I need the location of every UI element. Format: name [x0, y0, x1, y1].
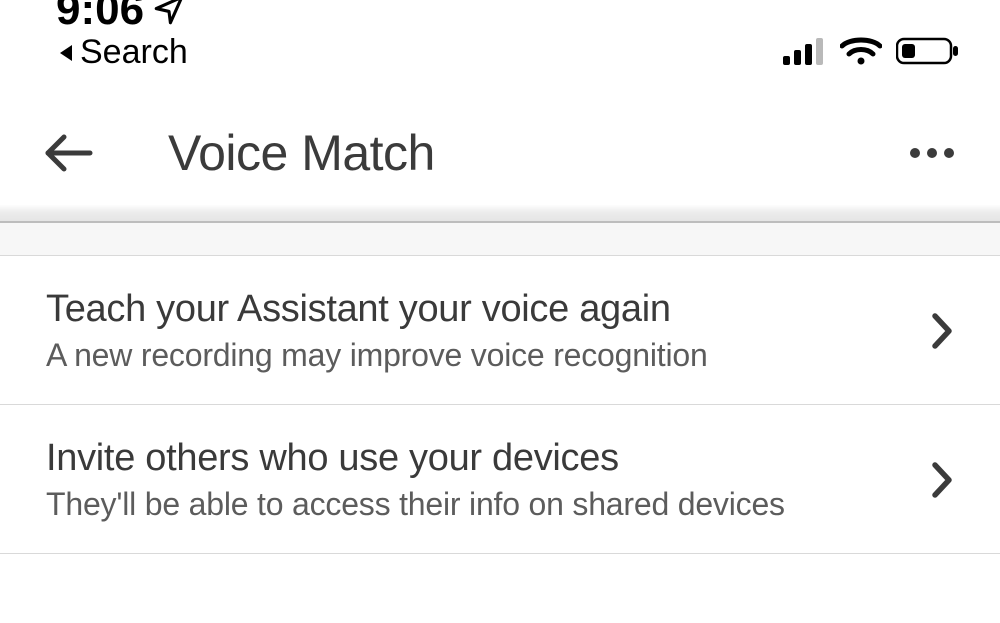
- section-gap: [0, 223, 1000, 256]
- chevron-right-icon: [924, 312, 960, 350]
- screen-header: Voice Match: [0, 100, 1000, 205]
- location-arrow-icon: [152, 0, 186, 27]
- status-time: 9:06: [56, 0, 144, 35]
- cellular-signal-icon: [782, 36, 826, 66]
- option-subtitle: A new recording may improve voice recogn…: [46, 337, 924, 374]
- wifi-icon: [840, 36, 882, 66]
- more-options-button[interactable]: [904, 125, 960, 181]
- status-back-label: Search: [80, 33, 188, 72]
- status-left: 9:06 Search: [56, 0, 188, 72]
- battery-icon: [896, 36, 960, 66]
- option-subtitle: They'll be able to access their info on …: [46, 486, 924, 523]
- more-horizontal-icon: [909, 147, 955, 159]
- option-text: Invite others who use your devices They'…: [46, 437, 924, 523]
- header-shadow: [0, 205, 1000, 223]
- option-title: Invite others who use your devices: [46, 437, 924, 480]
- option-text: Teach your Assistant your voice again A …: [46, 288, 924, 374]
- option-invite-others[interactable]: Invite others who use your devices They'…: [0, 405, 1000, 554]
- back-button[interactable]: [40, 125, 96, 181]
- status-right: [782, 36, 960, 72]
- option-title: Teach your Assistant your voice again: [46, 288, 924, 331]
- option-teach-voice[interactable]: Teach your Assistant your voice again A …: [0, 256, 1000, 405]
- status-breadcrumb-back[interactable]: Search: [56, 33, 188, 72]
- status-bar: 9:06 Search: [0, 0, 1000, 72]
- page-title: Voice Match: [168, 124, 435, 182]
- back-triangle-icon: [56, 41, 76, 65]
- chevron-right-icon: [924, 461, 960, 499]
- arrow-left-icon: [42, 133, 94, 173]
